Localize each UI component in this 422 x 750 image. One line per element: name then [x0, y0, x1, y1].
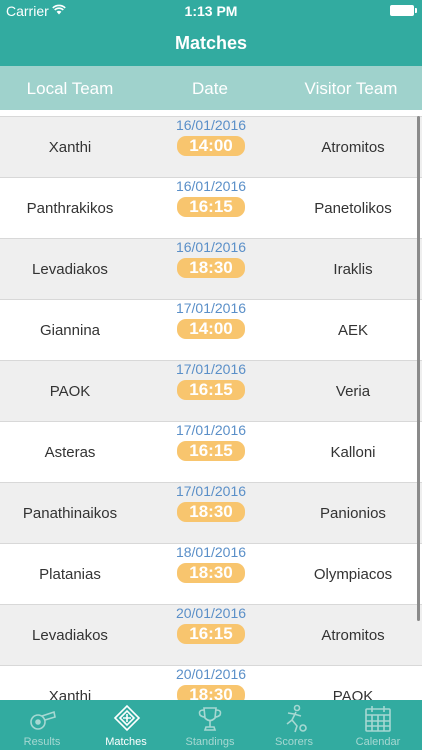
- kickoff-time-badge: 18:30: [177, 563, 245, 583]
- local-team: Giannina: [39, 322, 101, 339]
- visitor-team: AEK: [337, 322, 368, 339]
- local-team: Xanthi: [48, 688, 92, 700]
- match-row[interactable]: Levadiakos 16/01/2016 18:30 Iraklis: [0, 238, 422, 299]
- visitor-team: Atromitos: [321, 139, 385, 156]
- player-kick-icon: [286, 704, 307, 733]
- column-header: Local Team Date Visitor Team: [0, 66, 422, 110]
- kickoff-time-badge: 16:15: [177, 624, 245, 644]
- local-team: Levadiakos: [32, 627, 108, 644]
- match-date: 16/01/2016: [175, 239, 247, 255]
- match-row[interactable]: Panathinaikos 17/01/2016 18:30 Panionios: [0, 482, 422, 543]
- tab-results[interactable]: Results: [0, 700, 84, 750]
- column-date: Date: [192, 79, 228, 98]
- match-date: 17/01/2016: [175, 422, 247, 438]
- local-team: Xanthi: [48, 139, 92, 156]
- match-date: 18/01/2016: [175, 544, 247, 560]
- tab-label: Calendar: [355, 736, 401, 748]
- clock: 1:13 PM: [184, 3, 238, 19]
- local-team: Asteras: [44, 444, 96, 461]
- tab-scorers[interactable]: Scorers: [252, 700, 336, 750]
- match-row[interactable]: Giannina 17/01/2016 14:00 AEK: [0, 299, 422, 360]
- tab-bar: Results Matches Standings Scorers Calend…: [0, 700, 422, 750]
- visitor-team: Atromitos: [321, 627, 385, 644]
- match-row[interactable]: Panthrakikos 16/01/2016 16:15 Panetoliko…: [0, 177, 422, 238]
- whistle-icon: [30, 710, 56, 730]
- kickoff-time-badge: 16:15: [177, 380, 245, 400]
- tab-matches[interactable]: Matches: [84, 700, 168, 750]
- calendar-icon: [365, 706, 391, 732]
- trophy-icon: [198, 707, 222, 731]
- kickoff-time-badge: 14:00: [177, 319, 245, 339]
- navigation-bar: Carrier 1:13 PM Matches: [0, 0, 422, 66]
- tab-calendar[interactable]: Calendar: [336, 700, 420, 750]
- status-bar: Carrier 1:13 PM: [0, 0, 422, 22]
- visitor-team: Panionios: [320, 505, 386, 522]
- visitor-team: Panetolikos: [314, 200, 392, 217]
- match-date: 16/01/2016: [175, 178, 247, 194]
- visitor-team: Veria: [335, 383, 371, 400]
- column-visitor-team: Visitor Team: [304, 79, 398, 98]
- match-row[interactable]: Platanias 18/01/2016 18:30 Olympiacos: [0, 543, 422, 604]
- tab-label: Standings: [185, 736, 235, 748]
- local-team: PAOK: [49, 383, 91, 400]
- match-row[interactable]: PAOK 17/01/2016 16:15 Veria: [0, 360, 422, 421]
- match-row[interactable]: Asteras 17/01/2016 16:15 Kalloni: [0, 421, 422, 482]
- local-team: Panthrakikos: [26, 200, 114, 217]
- kickoff-time-badge: 18:30: [177, 502, 245, 522]
- matches-list[interactable]: Xanthi 16/01/2016 14:00 Atromitos Panthr…: [0, 110, 422, 700]
- match-date: 17/01/2016: [175, 483, 247, 499]
- match-row[interactable]: Xanthi 20/01/2016 18:30 PAOK: [0, 665, 422, 700]
- visitor-team: Kalloni: [330, 444, 376, 461]
- match-date: 17/01/2016: [175, 300, 247, 316]
- ticket-icon: [113, 704, 141, 732]
- kickoff-time-badge: 14:00: [177, 136, 245, 156]
- visitor-team: Iraklis: [333, 261, 373, 278]
- kickoff-time-badge: 18:30: [177, 258, 245, 278]
- match-date: 20/01/2016: [175, 605, 247, 621]
- column-local-team: Local Team: [26, 79, 114, 98]
- tab-standings[interactable]: Standings: [168, 700, 252, 750]
- tab-label: Scorers: [275, 736, 313, 748]
- match-date: 20/01/2016: [175, 666, 247, 682]
- local-team: Levadiakos: [32, 261, 108, 278]
- tab-label: Matches: [105, 736, 147, 748]
- match-row[interactable]: Levadiakos 20/01/2016 16:15 Atromitos: [0, 604, 422, 665]
- kickoff-time-badge: 18:30: [177, 685, 245, 700]
- tab-label: Results: [23, 736, 61, 748]
- local-team: Panathinaikos: [22, 505, 118, 522]
- match-row[interactable]: Xanthi 16/01/2016 14:00 Atromitos: [0, 116, 422, 177]
- page-title: Matches: [174, 33, 248, 53]
- local-team: Platanias: [39, 566, 101, 583]
- scrollbar[interactable]: [417, 116, 420, 621]
- match-date: 17/01/2016: [175, 361, 247, 377]
- battery-icon: [390, 5, 417, 16]
- match-date: 16/01/2016: [175, 117, 247, 133]
- visitor-team: Olympiacos: [313, 566, 393, 583]
- visitor-team: PAOK: [332, 688, 374, 700]
- kickoff-time-badge: 16:15: [177, 197, 245, 217]
- kickoff-time-badge: 16:15: [177, 441, 245, 461]
